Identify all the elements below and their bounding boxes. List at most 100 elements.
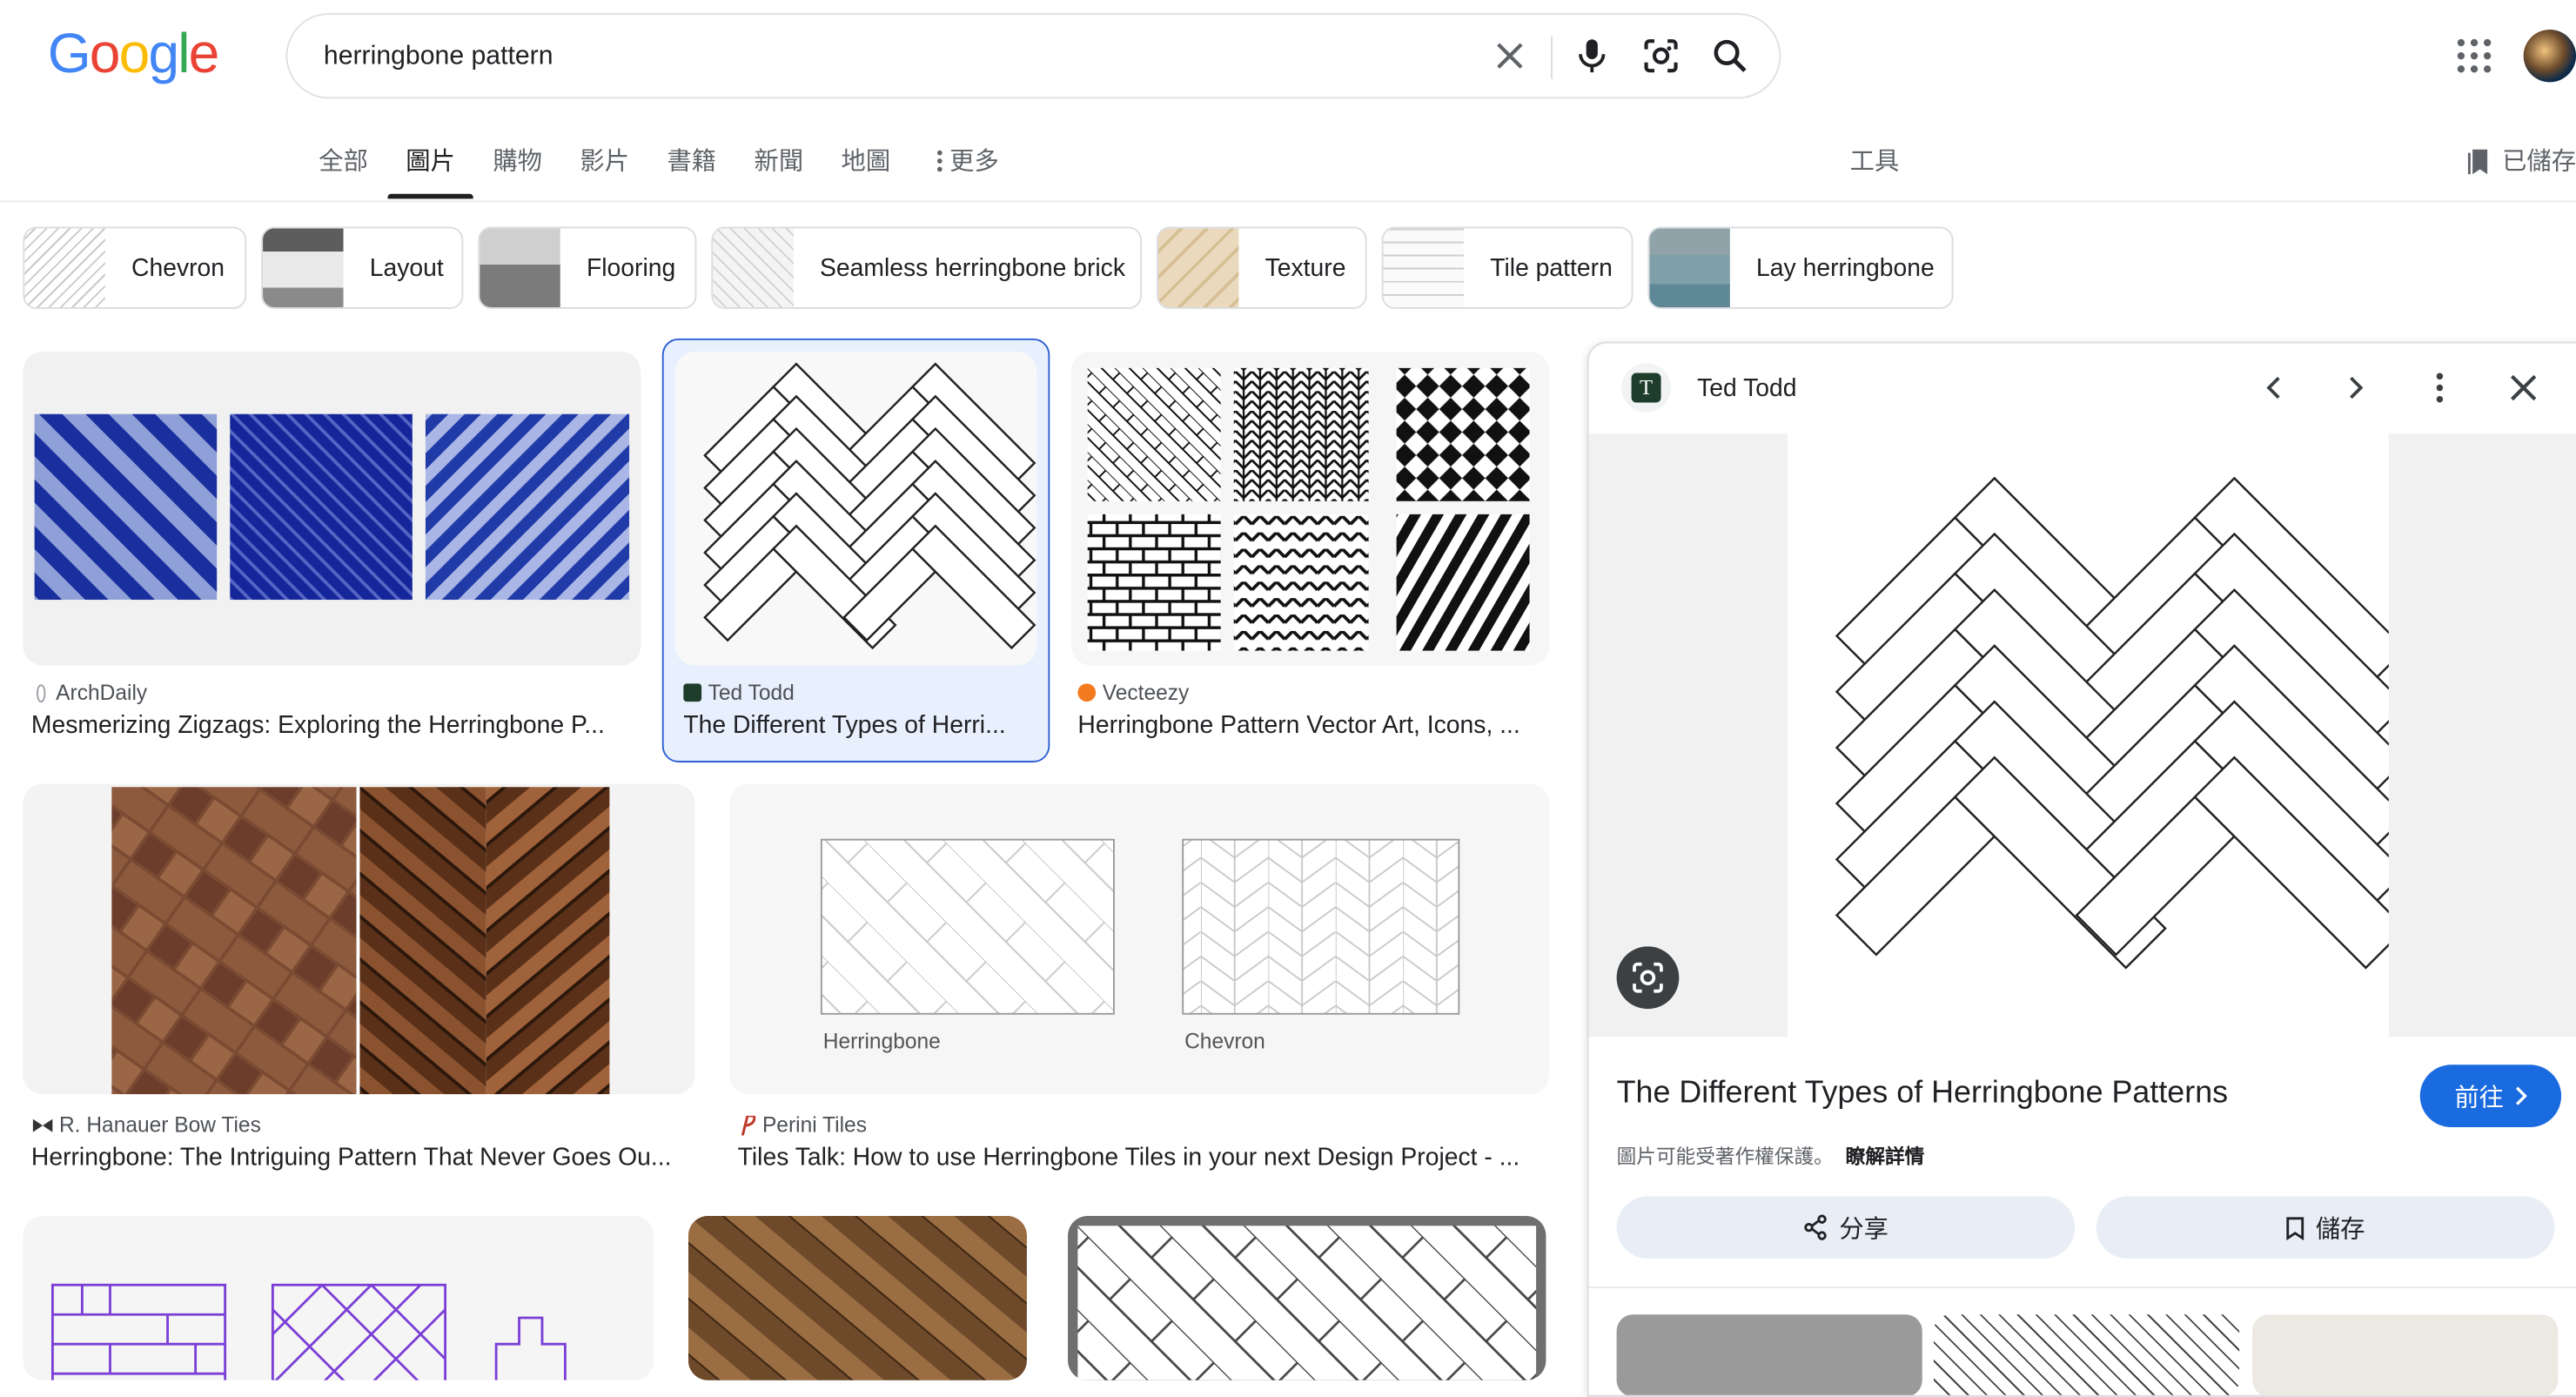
result-image-ted-todd[interactable] — [674, 351, 1037, 666]
ted-todd-favicon — [683, 683, 702, 702]
chevron-right-icon — [2515, 1086, 2527, 1105]
perini-favicon — [741, 1114, 756, 1135]
result-image-purple-patterns[interactable] — [23, 1215, 654, 1380]
herringbone-line-drawing — [703, 362, 1036, 650]
archdaily-favicon — [37, 683, 46, 702]
clear-icon[interactable] — [1490, 37, 1529, 76]
bookmark-icon — [2287, 1216, 2305, 1240]
result-image-herringbone-tile[interactable] — [1068, 1215, 1546, 1380]
chip-chevron[interactable]: Chevron — [23, 226, 247, 309]
tab-news[interactable]: 新聞 — [755, 143, 804, 178]
lens-icon — [1633, 962, 1663, 993]
result-image-archdaily[interactable] — [23, 351, 641, 666]
save-label: 儲存 — [2315, 1215, 2365, 1244]
more-options-icon[interactable] — [2417, 365, 2463, 411]
tab-books[interactable]: 書籍 — [667, 143, 716, 178]
tab-videos[interactable]: 影片 — [580, 143, 629, 178]
result-title[interactable]: The Different Types of Herri... — [683, 711, 1031, 739]
tab-all[interactable]: 全部 — [319, 143, 368, 178]
chip-label: Chevron — [131, 253, 225, 282]
learn-more-link[interactable]: 瞭解詳情 — [1846, 1145, 1925, 1168]
result-title[interactable]: Herringbone Pattern Vector Art, Icons, .… — [1077, 711, 1540, 739]
herringbone-vector-grid — [1087, 367, 1530, 651]
vecteezy-favicon — [1077, 683, 1097, 702]
related-image[interactable] — [2252, 1314, 2559, 1395]
logo-letter: l — [178, 23, 190, 86]
chip-tile-pattern[interactable]: Tile pattern — [1381, 226, 1633, 309]
chip-texture[interactable]: Texture — [1157, 226, 1367, 309]
logo-letter: g — [148, 23, 179, 86]
save-button[interactable]: 儲存 — [2096, 1196, 2555, 1259]
next-arrow-icon[interactable] — [2333, 365, 2379, 411]
visit-label: 前往 — [2454, 1084, 2505, 1112]
purple-pattern-image — [50, 1283, 567, 1380]
tab-maps[interactable]: 地圖 — [842, 143, 891, 178]
chip-seamless-herringbone-brick[interactable]: Seamless herringbone brick — [711, 226, 1143, 309]
search-box[interactable] — [285, 13, 1781, 101]
result-source[interactable]: R. Hanauer Bow Ties — [32, 1112, 261, 1137]
result-source[interactable]: Perini Tiles — [738, 1112, 867, 1137]
chip-thumbnail — [480, 228, 560, 308]
result-source[interactable]: Ted Todd — [683, 680, 795, 705]
camera-search-icon[interactable] — [1641, 37, 1680, 76]
chip-label: Lay herringbone — [1756, 253, 1935, 282]
visit-button[interactable]: 前往 — [2419, 1065, 2562, 1128]
google-logo[interactable]: Google — [48, 23, 220, 87]
saved-button[interactable]: 已儲存 — [2466, 143, 2576, 178]
chip-thumbnail — [24, 228, 105, 308]
result-source-label: Vecteezy — [1102, 680, 1190, 705]
panel-source-name[interactable]: Ted Todd — [1697, 374, 1796, 402]
blue-herringbone-image — [34, 413, 630, 601]
result-image-wood-floor[interactable] — [688, 1215, 1027, 1380]
related-image[interactable] — [1616, 1314, 1922, 1395]
lens-search-button[interactable] — [1616, 946, 1680, 1010]
preview-image[interactable] — [1787, 433, 2407, 1038]
wood-floor-image — [688, 1215, 1027, 1380]
result-source-label: ArchDaily — [56, 680, 148, 705]
result-image-perini-tiles[interactable]: Herringbone Chevron — [729, 783, 1550, 1095]
chip-label: Tile pattern — [1490, 253, 1613, 282]
bow-tie-favicon — [32, 1118, 53, 1132]
result-image-vecteezy[interactable] — [1070, 351, 1550, 666]
chip-thumbnail — [1649, 228, 1730, 308]
tab-images[interactable]: 圖片 — [387, 143, 473, 199]
chip-lay-herringbone[interactable]: Lay herringbone — [1647, 226, 1954, 309]
search-tabs: 全部 圖片 購物 影片 書籍 新聞 地圖 更多 工具 已儲存 — [0, 128, 2576, 203]
chip-flooring[interactable]: Flooring — [478, 226, 697, 309]
result-image-r-hanauer[interactable] — [23, 783, 695, 1095]
share-button[interactable]: 分享 — [1616, 1196, 2076, 1259]
herringbone-caption: Herringbone — [823, 1030, 941, 1053]
apps-grid-icon[interactable] — [2456, 37, 2492, 74]
previous-arrow-icon[interactable] — [2251, 365, 2297, 411]
result-source[interactable]: Vecteezy — [1077, 681, 1189, 705]
search-divider — [1551, 36, 1553, 79]
result-title[interactable]: Herringbone: The Intriguing Pattern That… — [31, 1144, 692, 1172]
saved-label: 已儲存 — [2502, 147, 2576, 176]
brick-wood-herringbone-image — [111, 787, 610, 1095]
herringbone-tile-image — [1077, 1226, 1537, 1380]
preview-herringbone-drawing — [1835, 476, 2407, 970]
avatar[interactable] — [2523, 29, 2576, 83]
search-input[interactable] — [320, 14, 1478, 101]
chip-label: Flooring — [586, 253, 676, 282]
related-image[interactable] — [1933, 1314, 2240, 1395]
tab-more-label: 更多 — [949, 147, 999, 176]
chip-label: Texture — [1265, 253, 1346, 282]
tools-button[interactable]: 工具 — [1850, 143, 1900, 178]
herringbone-chevron-comparison: Herringbone Chevron — [820, 838, 1460, 1053]
panel-title[interactable]: The Different Types of Herringbone Patte… — [1617, 1077, 2228, 1113]
chip-label: Seamless herringbone brick — [820, 253, 1126, 282]
result-source[interactable]: ArchDaily — [33, 681, 147, 705]
result-source-label: Ted Todd — [708, 680, 795, 705]
more-vertical-icon — [936, 149, 943, 171]
tab-more[interactable]: 更多 — [936, 143, 999, 178]
result-title[interactable]: Tiles Talk: How to use Herringbone Tiles… — [738, 1144, 1543, 1172]
chip-layout[interactable]: Layout — [261, 226, 464, 309]
microphone-icon[interactable] — [1573, 37, 1612, 76]
tab-shopping[interactable]: 購物 — [493, 143, 542, 178]
close-panel-icon[interactable] — [2500, 365, 2546, 411]
copyright-notice: 圖片可能受著作權保護。 瞭解詳情 — [1617, 1142, 1925, 1170]
result-title[interactable]: Mesmerizing Zigzags: Exploring the Herri… — [31, 711, 629, 739]
search-icon[interactable] — [1710, 37, 1749, 76]
copyright-text: 圖片可能受著作權保護。 — [1616, 1145, 1834, 1169]
